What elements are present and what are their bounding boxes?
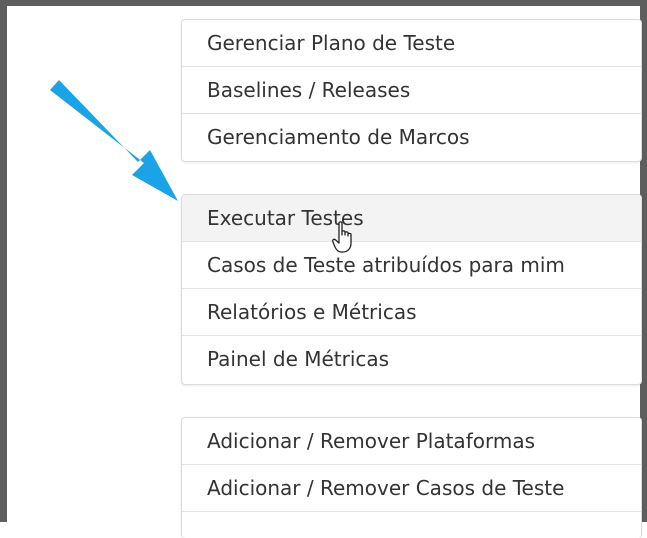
menu-item-casos-atribuidos[interactable]: Casos de Teste atribuídos para mim bbox=[182, 242, 641, 289]
menu-item-baselines-releases[interactable]: Baselines / Releases bbox=[182, 67, 641, 114]
menu-item-adicionar-casos[interactable]: Adicionar / Remover Casos de Teste bbox=[182, 465, 641, 512]
menu-item-executar-testes[interactable]: Executar Testes bbox=[182, 195, 641, 242]
menu-item-painel-metricas[interactable]: Painel de Métricas bbox=[182, 336, 641, 383]
hand-pointer-icon bbox=[332, 221, 352, 253]
menu-item-gerenciamento-marcos[interactable]: Gerenciamento de Marcos bbox=[182, 114, 641, 161]
menu-item-relatorios-metricas[interactable]: Relatórios e Métricas bbox=[182, 289, 641, 336]
menu-item-partial[interactable] bbox=[182, 512, 641, 538]
menu-item-gerenciar-plano[interactable]: Gerenciar Plano de Teste bbox=[182, 20, 641, 67]
pointer-arrow-icon bbox=[50, 80, 178, 201]
menu-item-adicionar-plataformas[interactable]: Adicionar / Remover Plataformas bbox=[182, 418, 641, 465]
menu-group-platforms: Adicionar / Remover Plataformas Adiciona… bbox=[181, 417, 642, 538]
menu-group-test-plan: Gerenciar Plano de Teste Baselines / Rel… bbox=[181, 19, 642, 162]
menu-group-execution: Executar Testes Casos de Teste atribuído… bbox=[181, 194, 642, 385]
